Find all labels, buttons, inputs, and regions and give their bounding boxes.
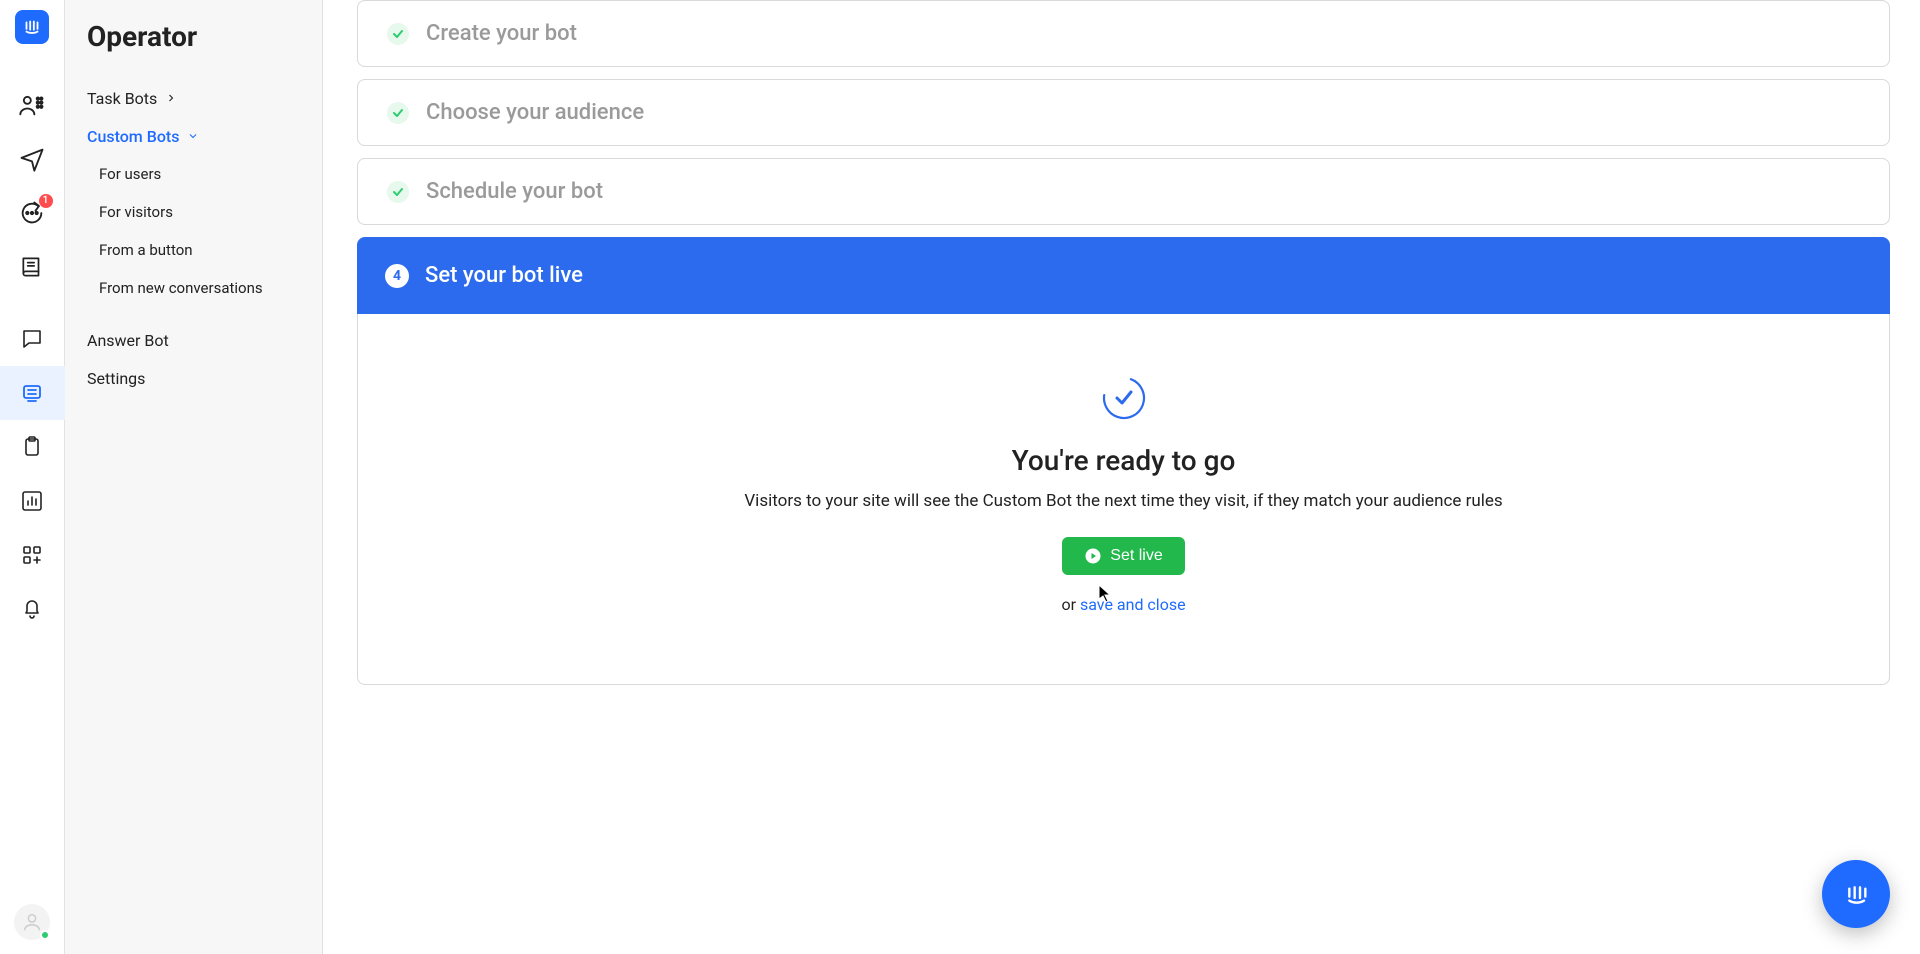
nav-from-button[interactable]: From a button	[65, 231, 322, 269]
main-content: Create your bot Choose your audience Sch…	[323, 0, 1920, 954]
people-icon	[18, 91, 46, 119]
step-number-badge: 4	[385, 264, 409, 288]
clipboard-icon	[20, 435, 44, 459]
message-square-icon	[20, 327, 44, 351]
book-icon	[19, 254, 45, 280]
set-live-button[interactable]: Set live	[1062, 537, 1184, 575]
rail-inbox[interactable]: 1	[0, 186, 65, 240]
rail-articles[interactable]	[0, 240, 65, 294]
presence-dot	[40, 930, 50, 940]
send-icon	[18, 145, 46, 173]
set-live-label: Set live	[1110, 547, 1162, 565]
nav-task-bots[interactable]: Task Bots	[65, 79, 322, 117]
step-title: Set your bot live	[425, 263, 583, 288]
user-avatar[interactable]	[14, 904, 50, 940]
intercom-launcher-icon	[1840, 878, 1872, 910]
rail-operator[interactable]	[0, 366, 65, 420]
sidebar: Operator Task Bots Custom Bots For users…	[65, 0, 323, 954]
step-choose-audience[interactable]: Choose your audience	[357, 79, 1890, 146]
rail-messages[interactable]	[0, 132, 65, 186]
ready-title: You're ready to go	[398, 444, 1849, 477]
check-circle-icon	[386, 101, 410, 125]
apps-grid-icon	[20, 543, 44, 567]
bell-icon	[20, 597, 44, 621]
sidebar-title: Operator	[65, 18, 322, 79]
nav-settings[interactable]: Settings	[65, 359, 322, 397]
chevron-right-icon	[165, 92, 177, 104]
intercom-logo-icon	[21, 16, 43, 38]
app-logo[interactable]	[15, 10, 49, 44]
nav-answer-bot[interactable]: Answer Bot	[65, 321, 322, 359]
save-and-close-link[interactable]: save and close	[1080, 595, 1186, 614]
rail-people[interactable]	[0, 78, 65, 132]
nav-task-bots-label: Task Bots	[87, 89, 157, 108]
bar-chart-icon	[20, 489, 44, 513]
chevron-down-icon	[187, 130, 199, 142]
inbox-badge: 1	[39, 194, 53, 208]
chat-launcher[interactable]	[1822, 860, 1890, 928]
rail-clipboard[interactable]	[0, 420, 65, 474]
nav-from-new-conv[interactable]: From new conversations	[65, 269, 322, 307]
icon-rail: 1	[0, 0, 65, 954]
step-title: Schedule your bot	[426, 179, 603, 204]
check-circle-icon	[386, 180, 410, 204]
ready-check-icon	[1100, 374, 1148, 422]
nav-custom-bots[interactable]: Custom Bots	[65, 117, 322, 155]
rail-notifications[interactable]	[0, 582, 65, 636]
play-circle-icon	[1084, 547, 1102, 565]
step-title: Create your bot	[426, 21, 577, 46]
nav-for-users[interactable]: For users	[65, 155, 322, 193]
rail-reports[interactable]	[0, 474, 65, 528]
check-circle-icon	[386, 22, 410, 46]
rail-chat[interactable]	[0, 312, 65, 366]
step-create-bot[interactable]: Create your bot	[357, 0, 1890, 67]
step-schedule-bot[interactable]: Schedule your bot	[357, 158, 1890, 225]
ready-subtitle: Visitors to your site will see the Custo…	[398, 491, 1849, 511]
avatar-placeholder-icon	[21, 911, 43, 933]
step-title: Choose your audience	[426, 100, 644, 125]
nav-custom-bots-label: Custom Bots	[87, 127, 179, 146]
operator-icon	[20, 381, 44, 405]
save-close-row: or save and close	[398, 595, 1849, 614]
nav-for-visitors[interactable]: For visitors	[65, 193, 322, 231]
step-set-live: 4 Set your bot live You're ready to go V…	[357, 237, 1890, 685]
rail-apps[interactable]	[0, 528, 65, 582]
